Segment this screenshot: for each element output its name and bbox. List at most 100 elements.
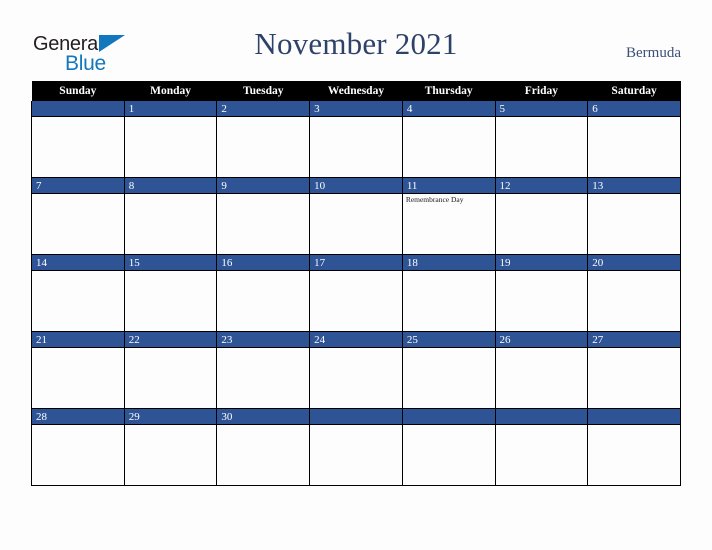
weekday-header-monday: Monday [124, 81, 217, 101]
calendar-day-cell[interactable]: 20 [587, 254, 681, 332]
day-number [402, 409, 495, 425]
calendar-day-cell[interactable]: 18 [401, 254, 496, 332]
calendar-day-cell[interactable]: 3 [309, 101, 403, 178]
day-event-area [310, 194, 402, 195]
calendar-day-cell[interactable]: 24 [309, 331, 403, 409]
calendar-day-cell[interactable]: 30 [216, 408, 311, 486]
weekday-header-sunday: Sunday [31, 81, 125, 101]
day-number: 6 [588, 101, 680, 117]
day-number: 27 [588, 332, 680, 348]
day-number: 26 [495, 332, 588, 348]
holiday-event-label: Remembrance Day [405, 195, 464, 204]
calendar-day-cell[interactable]: 12 [494, 177, 589, 255]
day-event-area [496, 117, 588, 118]
calendar-day-cell[interactable]: 4 [401, 101, 496, 178]
day-number: 20 [588, 255, 680, 271]
calendar-day-cell[interactable]: 25 [401, 331, 496, 409]
calendar-body: 1 2 3 4 5 6 7 8 9 10 11 Remembrance Day 12 13 14 15 16 17… [31, 101, 681, 486]
day-event-area [496, 348, 588, 349]
day-number [32, 101, 124, 117]
day-event-area [588, 348, 680, 349]
calendar-day-cell[interactable]: 5 [494, 101, 589, 178]
day-event-area [217, 271, 309, 272]
day-event-area [310, 271, 402, 272]
day-number: 12 [495, 178, 588, 194]
day-number: 8 [124, 178, 217, 194]
day-event-area [217, 348, 309, 349]
day-event-area [32, 348, 124, 349]
calendar-week-row: 7 8 9 10 11 Remembrance Day 12 13 [31, 177, 681, 255]
weekday-header-tuesday: Tuesday [216, 81, 310, 101]
day-number: 29 [124, 409, 217, 425]
calendar-empty-cell[interactable] [401, 408, 496, 486]
calendar-empty-cell[interactable] [587, 408, 681, 486]
day-number: 10 [310, 178, 402, 194]
calendar-empty-cell[interactable] [31, 101, 125, 178]
calendar-day-cell[interactable]: 27 [587, 331, 681, 409]
day-event-area [125, 271, 217, 272]
day-number: 21 [32, 332, 124, 348]
day-number: 15 [124, 255, 217, 271]
calendar-day-cell[interactable]: 6 [587, 101, 681, 178]
day-event-area [217, 194, 309, 195]
day-number: 19 [495, 255, 588, 271]
day-event-area [403, 271, 495, 272]
calendar-day-cell[interactable]: 10 [309, 177, 403, 255]
calendar-week-row: 28 29 30 [31, 408, 681, 486]
day-number [588, 409, 680, 425]
calendar-day-cell[interactable]: 11 Remembrance Day [401, 177, 496, 255]
calendar-day-cell[interactable]: 13 [587, 177, 681, 255]
calendar-empty-cell[interactable] [309, 408, 403, 486]
day-event-area [217, 425, 309, 426]
day-number: 5 [495, 101, 588, 117]
day-number [310, 409, 402, 425]
day-event-area [588, 194, 680, 195]
page-header: General Blue November 2021 Bermuda [0, 0, 712, 82]
calendar-day-cell[interactable]: 9 [216, 177, 311, 255]
day-event-area [403, 425, 495, 426]
day-event-area [496, 271, 588, 272]
calendar-day-cell[interactable]: 23 [216, 331, 311, 409]
calendar-day-cell[interactable]: 2 [216, 101, 311, 178]
calendar-day-cell[interactable]: 26 [494, 331, 589, 409]
calendar-day-cell[interactable]: 8 [123, 177, 218, 255]
calendar-day-cell[interactable]: 28 [31, 408, 125, 486]
day-event-area [588, 271, 680, 272]
day-event-area [588, 425, 680, 426]
page-title: November 2021 [254, 26, 458, 61]
day-event-area [310, 117, 402, 118]
calendar-day-cell[interactable]: 22 [123, 331, 218, 409]
day-event-area [588, 117, 680, 118]
calendar-day-cell[interactable]: 29 [123, 408, 218, 486]
calendar-day-cell[interactable]: 7 [31, 177, 125, 255]
day-event-area [125, 425, 217, 426]
day-number: 23 [217, 332, 310, 348]
calendar-empty-cell[interactable] [494, 408, 589, 486]
weekday-header-thursday: Thursday [402, 81, 496, 101]
day-number: 24 [310, 332, 402, 348]
day-number: 16 [217, 255, 310, 271]
calendar-day-cell[interactable]: 15 [123, 254, 218, 332]
day-number: 2 [217, 101, 310, 117]
day-number: 18 [402, 255, 495, 271]
day-event-area: Remembrance Day [403, 194, 495, 205]
calendar-day-cell[interactable]: 16 [216, 254, 311, 332]
day-event-area [217, 117, 309, 118]
day-event-area [403, 117, 495, 118]
calendar-day-cell[interactable]: 1 [123, 101, 218, 178]
day-event-area [32, 117, 124, 118]
calendar-day-cell[interactable]: 14 [31, 254, 125, 332]
calendar-grid: Sunday Monday Tuesday Wednesday Thursday… [31, 81, 681, 486]
calendar-day-cell[interactable]: 19 [494, 254, 589, 332]
day-number: 22 [124, 332, 217, 348]
calendar-week-row: 21 22 23 24 25 26 27 [31, 331, 681, 409]
day-number: 4 [402, 101, 495, 117]
calendar-header-row: Sunday Monday Tuesday Wednesday Thursday… [31, 81, 681, 101]
day-number: 17 [310, 255, 402, 271]
calendar-day-cell[interactable]: 17 [309, 254, 403, 332]
calendar-week-row: 123456 [31, 101, 681, 178]
day-number: 3 [310, 101, 402, 117]
weekday-header-row: Sunday Monday Tuesday Wednesday Thursday… [31, 81, 681, 101]
calendar-day-cell[interactable]: 21 [31, 331, 125, 409]
day-event-area [32, 425, 124, 426]
